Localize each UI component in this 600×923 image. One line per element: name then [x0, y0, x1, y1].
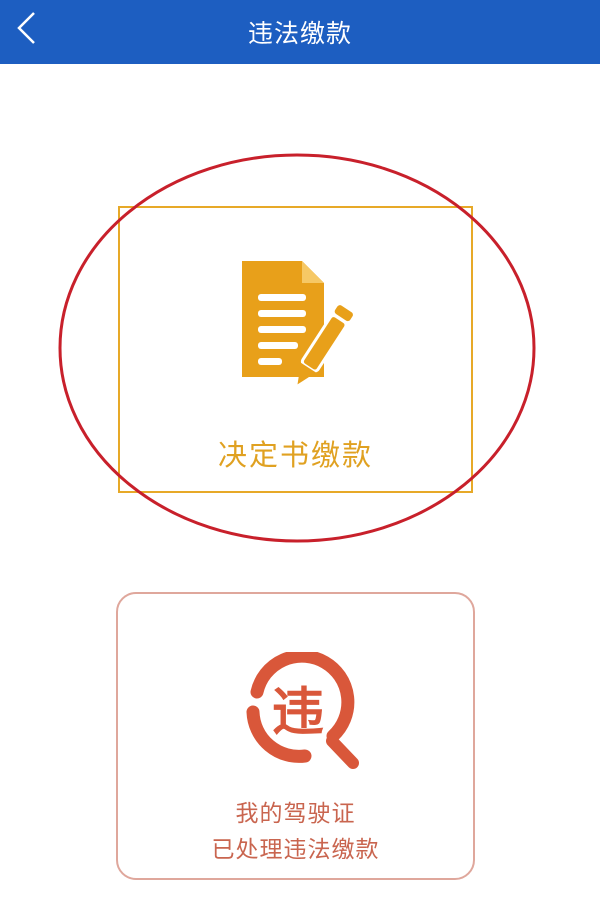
processed-violation-label: 已处理违法缴款: [211, 837, 380, 863]
document-pen-icon: [242, 261, 353, 385]
my-license-label: 我的驾驶证: [235, 801, 356, 827]
top-bar: 违法缴款: [0, 0, 600, 64]
page: 违法缴款 决定书缴款 违 我的驾驶证 已处理违法缴款: [0, 0, 600, 923]
my-license-violation-card[interactable]: 违 我的驾驶证 已处理违法缴款: [116, 592, 475, 880]
chevron-left-icon: [17, 12, 35, 44]
decision-payment-label: 决定书缴款: [217, 438, 373, 472]
page-title: 违法缴款: [247, 19, 352, 48]
back-button[interactable]: [6, 8, 46, 48]
violation-glyph: 违: [272, 683, 324, 743]
violation-search-icon: 违: [246, 652, 359, 769]
decision-payment-card[interactable]: 决定书缴款: [118, 206, 473, 493]
